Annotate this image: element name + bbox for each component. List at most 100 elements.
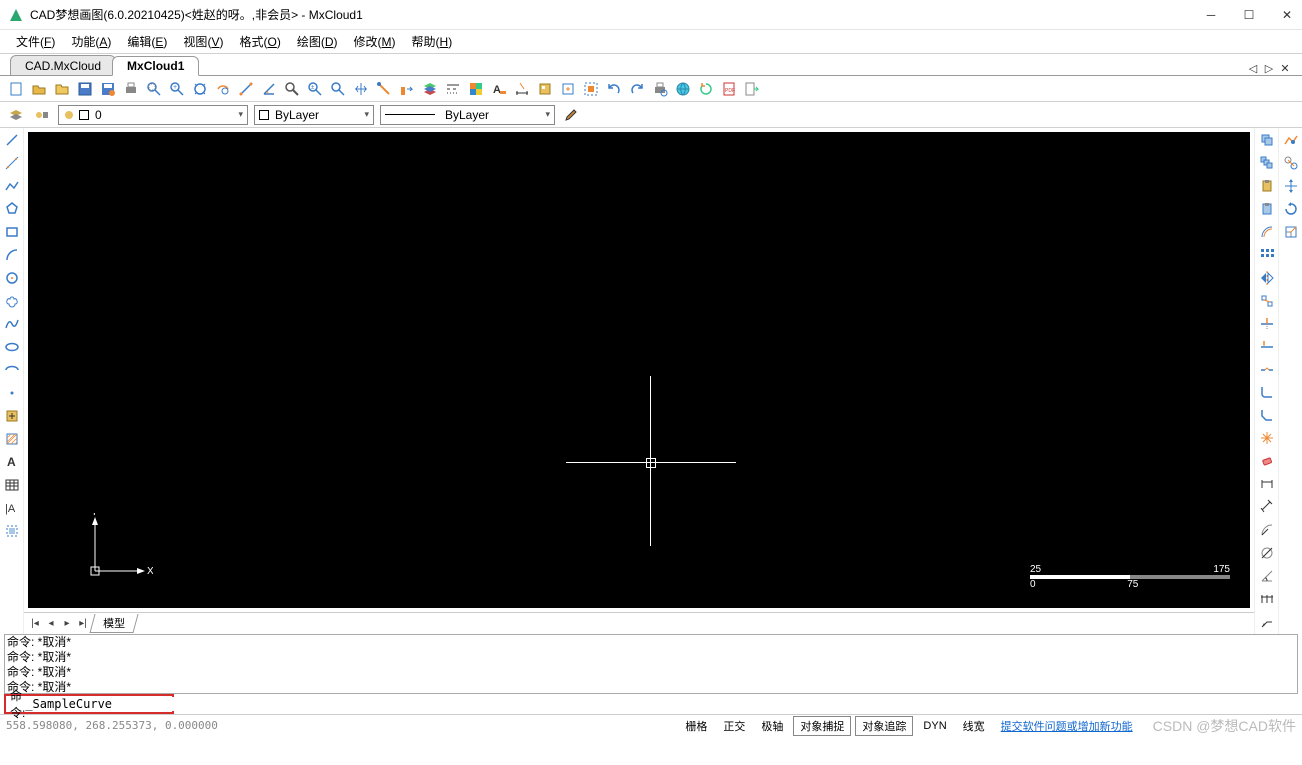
insert-block-icon[interactable] — [2, 406, 22, 426]
tab-close-icon[interactable]: ✕ — [1278, 62, 1292, 75]
offset-icon[interactable] — [1257, 222, 1277, 242]
copy-multiple-icon[interactable] — [1257, 153, 1277, 173]
fillet-icon[interactable] — [1257, 382, 1277, 402]
properties-icon[interactable] — [374, 79, 394, 99]
menu-help[interactable]: 帮助(H) — [406, 31, 459, 52]
spline-icon[interactable] — [2, 314, 22, 334]
trim-icon[interactable] — [1257, 314, 1277, 334]
save-icon[interactable] — [75, 79, 95, 99]
dim-continue-icon[interactable] — [1257, 589, 1277, 609]
array-icon[interactable] — [1257, 245, 1277, 265]
pdf-icon[interactable]: PDF — [719, 79, 739, 99]
brush-icon[interactable] — [561, 105, 581, 125]
export-icon[interactable] — [742, 79, 762, 99]
arc-icon[interactable] — [2, 245, 22, 265]
linetype-combo[interactable]: ByLayer ▾ — [380, 105, 555, 125]
status-ortho[interactable]: 正交 — [717, 717, 751, 735]
edit-polyline-icon[interactable] — [1281, 130, 1301, 150]
layer-combo[interactable]: 0 ▾ — [58, 105, 248, 125]
match-properties-icon[interactable] — [397, 79, 417, 99]
menu-function[interactable]: 功能(A) — [65, 31, 117, 52]
dim-angular-icon[interactable] — [1257, 566, 1277, 586]
zoom-window-icon[interactable] — [144, 79, 164, 99]
zoom-object-icon[interactable] — [213, 79, 233, 99]
status-otrack[interactable]: 对象追踪 — [855, 716, 913, 736]
tab-cad-mxcloud[interactable]: CAD.MxCloud — [10, 55, 116, 75]
color-icon[interactable] — [466, 79, 486, 99]
revision-cloud-icon[interactable] — [2, 291, 22, 311]
print-preview-icon[interactable] — [650, 79, 670, 99]
zoom-in-icon[interactable]: + — [167, 79, 187, 99]
dim-aligned-icon[interactable] — [1257, 497, 1277, 517]
dim-diameter-icon[interactable] — [1257, 543, 1277, 563]
circle-icon[interactable] — [2, 268, 22, 288]
drawing-canvas[interactable]: Y X 25175 075 — [28, 132, 1250, 608]
measure-distance-icon[interactable] — [236, 79, 256, 99]
color-combo[interactable]: ByLayer ▾ — [254, 105, 374, 125]
layer-manager-icon[interactable] — [6, 105, 26, 125]
ellipse-icon[interactable] — [2, 337, 22, 357]
dim-linear-icon[interactable] — [1257, 474, 1277, 494]
status-osnap[interactable]: 对象捕捉 — [793, 716, 851, 736]
polygon-icon[interactable] — [2, 199, 22, 219]
paste-icon[interactable] — [1257, 176, 1277, 196]
ellipse-arc-icon[interactable] — [2, 360, 22, 380]
sheet-first-icon[interactable]: |◂ — [28, 618, 42, 629]
move-point-icon[interactable] — [1281, 176, 1301, 196]
hatch-icon[interactable] — [2, 429, 22, 449]
block-icon[interactable] — [535, 79, 555, 99]
explode-icon[interactable] — [1257, 428, 1277, 448]
leader-icon[interactable] — [1257, 612, 1277, 632]
construction-line-icon[interactable] — [2, 153, 22, 173]
text-style-icon[interactable]: A — [489, 79, 509, 99]
sheet-last-icon[interactable]: ▸| — [76, 618, 90, 629]
move-icon[interactable] — [1281, 153, 1301, 173]
find-icon[interactable] — [282, 79, 302, 99]
mtext-icon[interactable]: |A — [2, 498, 22, 518]
break-icon[interactable] — [1257, 360, 1277, 380]
mirror-icon[interactable] — [1257, 268, 1277, 288]
sheet-model[interactable]: 模型 — [89, 614, 138, 633]
paste-block-icon[interactable] — [1257, 199, 1277, 219]
point-icon[interactable] — [2, 383, 22, 403]
open-folder-icon[interactable] — [52, 79, 72, 99]
align-icon[interactable] — [1257, 291, 1277, 311]
menu-file[interactable]: 文件(F) — [10, 31, 61, 52]
copy-icon[interactable] — [1257, 130, 1277, 150]
menu-format[interactable]: 格式(O) — [233, 31, 286, 52]
status-lwt[interactable]: 线宽 — [957, 717, 991, 735]
rotate-icon[interactable] — [1281, 199, 1301, 219]
insert-icon[interactable] — [558, 79, 578, 99]
zoom-previous-icon[interactable] — [328, 79, 348, 99]
new-file-icon[interactable] — [6, 79, 26, 99]
rectangle-icon[interactable] — [2, 222, 22, 242]
scale-icon[interactable] — [1281, 222, 1301, 242]
dim-radius-icon[interactable] — [1257, 520, 1277, 540]
status-dyn[interactable]: DYN — [917, 719, 952, 733]
measure-angle-icon[interactable] — [259, 79, 279, 99]
layer-states-icon[interactable] — [32, 105, 52, 125]
sheet-next-icon[interactable]: ▸ — [60, 618, 74, 629]
maximize-button[interactable]: ☐ — [1242, 8, 1256, 22]
sheet-prev-icon[interactable]: ◂ — [44, 618, 58, 629]
line-icon[interactable] — [2, 130, 22, 150]
region-icon[interactable] — [2, 521, 22, 541]
layers-icon[interactable] — [420, 79, 440, 99]
save-as-icon[interactable] — [98, 79, 118, 99]
command-input[interactable] — [25, 697, 178, 711]
select-all-icon[interactable] — [581, 79, 601, 99]
minimize-button[interactable]: ─ — [1204, 8, 1218, 22]
zoom-extents-icon[interactable] — [190, 79, 210, 99]
polyline-icon[interactable] — [2, 176, 22, 196]
status-grid[interactable]: 栅格 — [679, 717, 713, 735]
menu-edit[interactable]: 编辑(E) — [121, 31, 173, 52]
linetype-icon[interactable] — [443, 79, 463, 99]
tab-scroll-left-icon[interactable]: ◁ — [1246, 62, 1260, 75]
close-button[interactable]: ✕ — [1280, 8, 1294, 22]
feedback-link[interactable]: 提交软件问题或增加新功能 — [995, 717, 1139, 735]
undo-icon[interactable] — [604, 79, 624, 99]
erase-icon[interactable] — [1257, 451, 1277, 471]
tab-scroll-right-icon[interactable]: ▷ — [1262, 62, 1276, 75]
redo-icon[interactable] — [627, 79, 647, 99]
menu-draw[interactable]: 绘图(D) — [291, 31, 344, 52]
